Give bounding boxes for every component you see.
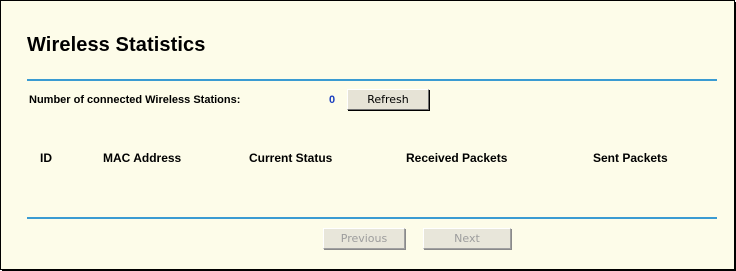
- top-divider: [27, 79, 717, 81]
- page-title: Wireless Statistics: [27, 34, 206, 56]
- column-header-id: ID: [40, 151, 52, 165]
- wireless-statistics-panel: Wireless Statistics Number of connected …: [0, 0, 735, 270]
- column-header-mac-address: MAC Address: [103, 151, 182, 165]
- next-page-button[interactable]: Next: [423, 228, 511, 249]
- connected-stations-label: Number of connected Wireless Stations:: [29, 94, 241, 106]
- column-header-current-status: Current Status: [249, 151, 333, 165]
- bottom-divider: [27, 217, 717, 219]
- column-header-sent-packets: Sent Packets: [593, 151, 668, 165]
- refresh-button[interactable]: Refresh: [347, 89, 429, 110]
- column-header-received-packets: Received Packets: [406, 151, 508, 165]
- connected-stations-count: 0: [329, 94, 336, 106]
- previous-page-button[interactable]: Previous: [323, 228, 405, 249]
